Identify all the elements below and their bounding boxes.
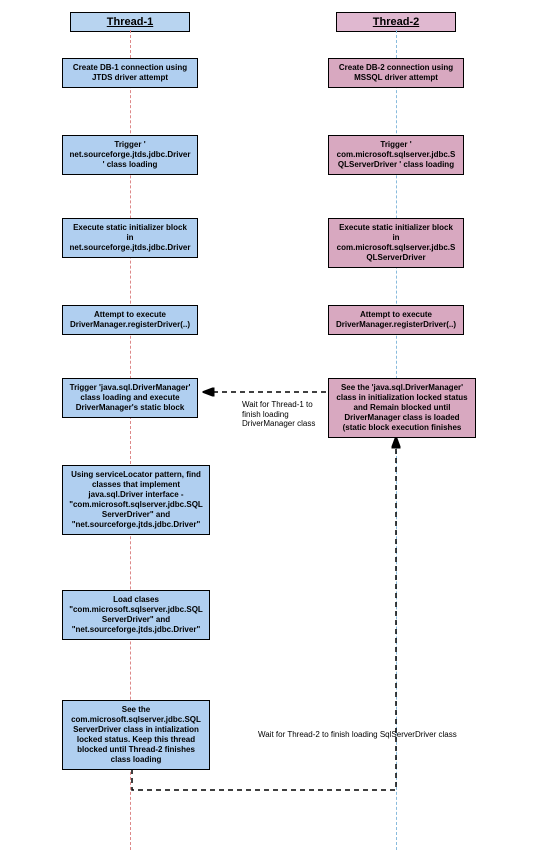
t2-step-trigger-loading: Trigger ' com.microsoft.sqlserver.jdbc.S… bbox=[328, 135, 464, 175]
t1-step-create-connection: Create DB-1 connection using JTDS driver… bbox=[62, 58, 198, 88]
t1-step-register-driver: Attempt to execute DriverManager.registe… bbox=[62, 305, 198, 335]
t1-step-servicelocator: Using serviceLocator pattern, find class… bbox=[62, 465, 210, 535]
t2-step-register-driver: Attempt to execute DriverManager.registe… bbox=[328, 305, 464, 335]
t2-step-blocked: See the 'java.sql.DriverManager' class i… bbox=[328, 378, 476, 438]
label-wait-thread2: Wait for Thread-2 to finish loading SqlS… bbox=[258, 730, 518, 740]
label-wait-thread1: Wait for Thread-1 to finish loading Driv… bbox=[242, 400, 324, 429]
t1-step-load-classes: Load clases "com.microsoft.sqlserver.jdb… bbox=[62, 590, 210, 640]
t1-step-blocked: See the com.microsoft.sqlserver.jdbc.SQL… bbox=[62, 700, 210, 770]
t2-step-create-connection: Create DB-2 connection using MSSQL drive… bbox=[328, 58, 464, 88]
t1-step-trigger-loading: Trigger ' net.sourceforge.jtds.jdbc.Driv… bbox=[62, 135, 198, 175]
t2-step-static-init: Execute static initializer block in com.… bbox=[328, 218, 464, 268]
t1-step-static-init: Execute static initializer block in net.… bbox=[62, 218, 198, 258]
t1-step-trigger-drivermanager: Trigger 'java.sql.DriverManager' class l… bbox=[62, 378, 198, 418]
